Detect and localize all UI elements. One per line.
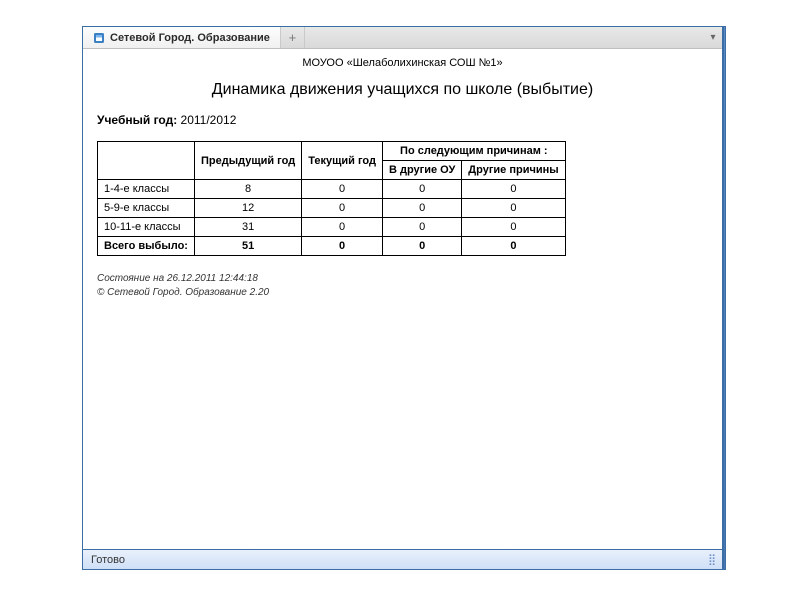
table-row-total: Всего выбыло: 51 0 0 0 xyxy=(98,237,566,256)
app-canvas: Сетевой Город. Образование + ▾ МОУОО «Ше… xyxy=(0,0,800,600)
org-name: МОУОО «Шелаболихинская СОШ №1» xyxy=(97,57,708,69)
status-text: Готово xyxy=(91,554,125,566)
col-header-prev-year: Предыдущий год xyxy=(194,142,301,180)
col-header-reasons: По следующим причинам : xyxy=(382,142,565,161)
globe-icon xyxy=(93,32,105,44)
cell-other-ou: 0 xyxy=(382,180,461,199)
school-year-label: Учебный год: xyxy=(97,113,177,127)
report-asof: Состояние на 26.12.2011 12:44:18 xyxy=(97,272,708,286)
cell-prev: 12 xyxy=(194,199,301,218)
resize-grip-icon[interactable]: ⣿ xyxy=(708,553,714,566)
cell-curr: 0 xyxy=(302,237,383,256)
browser-window: Сетевой Город. Образование + ▾ МОУОО «Ше… xyxy=(82,26,723,570)
cell-prev: 8 xyxy=(194,180,301,199)
cell-other: 0 xyxy=(462,218,565,237)
row-label: Всего выбыло: xyxy=(98,237,195,256)
tab-title: Сетевой Город. Образование xyxy=(110,32,270,44)
cell-curr: 0 xyxy=(302,180,383,199)
cell-prev: 51 xyxy=(194,237,301,256)
page-title: Динамика движения учащихся по школе (выб… xyxy=(97,81,708,99)
cell-other: 0 xyxy=(462,199,565,218)
chevron-down-icon: ▾ xyxy=(710,32,715,43)
cell-other-ou: 0 xyxy=(382,218,461,237)
school-year-value: 2011/2012 xyxy=(181,113,237,127)
col-header-blank xyxy=(98,142,195,180)
tab-active[interactable]: Сетевой Город. Образование xyxy=(83,27,281,48)
new-tab-button[interactable]: + xyxy=(281,27,305,48)
row-label: 1-4-е классы xyxy=(98,180,195,199)
cell-other: 0 xyxy=(462,237,565,256)
col-header-other-ou: В другие ОУ xyxy=(382,161,461,180)
cell-curr: 0 xyxy=(302,199,383,218)
cell-other-ou: 0 xyxy=(382,199,461,218)
cell-curr: 0 xyxy=(302,218,383,237)
table-row: 1-4-е классы 8 0 0 0 xyxy=(98,180,566,199)
page-content: МОУОО «Шелаболихинская СОШ №1» Динамика … xyxy=(83,49,722,549)
tab-bar: Сетевой Город. Образование + ▾ xyxy=(83,27,722,49)
row-label: 10-11-е классы xyxy=(98,218,195,237)
cell-other-ou: 0 xyxy=(382,237,461,256)
status-bar: Готово ⣿ xyxy=(83,549,722,569)
table-row: 10-11-е классы 31 0 0 0 xyxy=(98,218,566,237)
adjacent-window-edge xyxy=(723,26,726,570)
tabbar-spacer xyxy=(305,27,704,48)
report-meta: Состояние на 26.12.2011 12:44:18 © Сетев… xyxy=(97,272,708,299)
cell-prev: 31 xyxy=(194,218,301,237)
col-header-other-reasons: Другие причины xyxy=(462,161,565,180)
report-copyright: © Сетевой Город. Образование 2.20 xyxy=(97,286,708,300)
tabbar-menu-button[interactable]: ▾ xyxy=(704,27,722,48)
table-row: 5-9-е классы 12 0 0 0 xyxy=(98,199,566,218)
movement-table: Предыдущий год Текущий год По следующим … xyxy=(97,141,566,256)
cell-other: 0 xyxy=(462,180,565,199)
row-label: 5-9-е классы xyxy=(98,199,195,218)
col-header-curr-year: Текущий год xyxy=(302,142,383,180)
plus-icon: + xyxy=(289,30,297,45)
school-year: Учебный год: 2011/2012 xyxy=(97,113,708,127)
